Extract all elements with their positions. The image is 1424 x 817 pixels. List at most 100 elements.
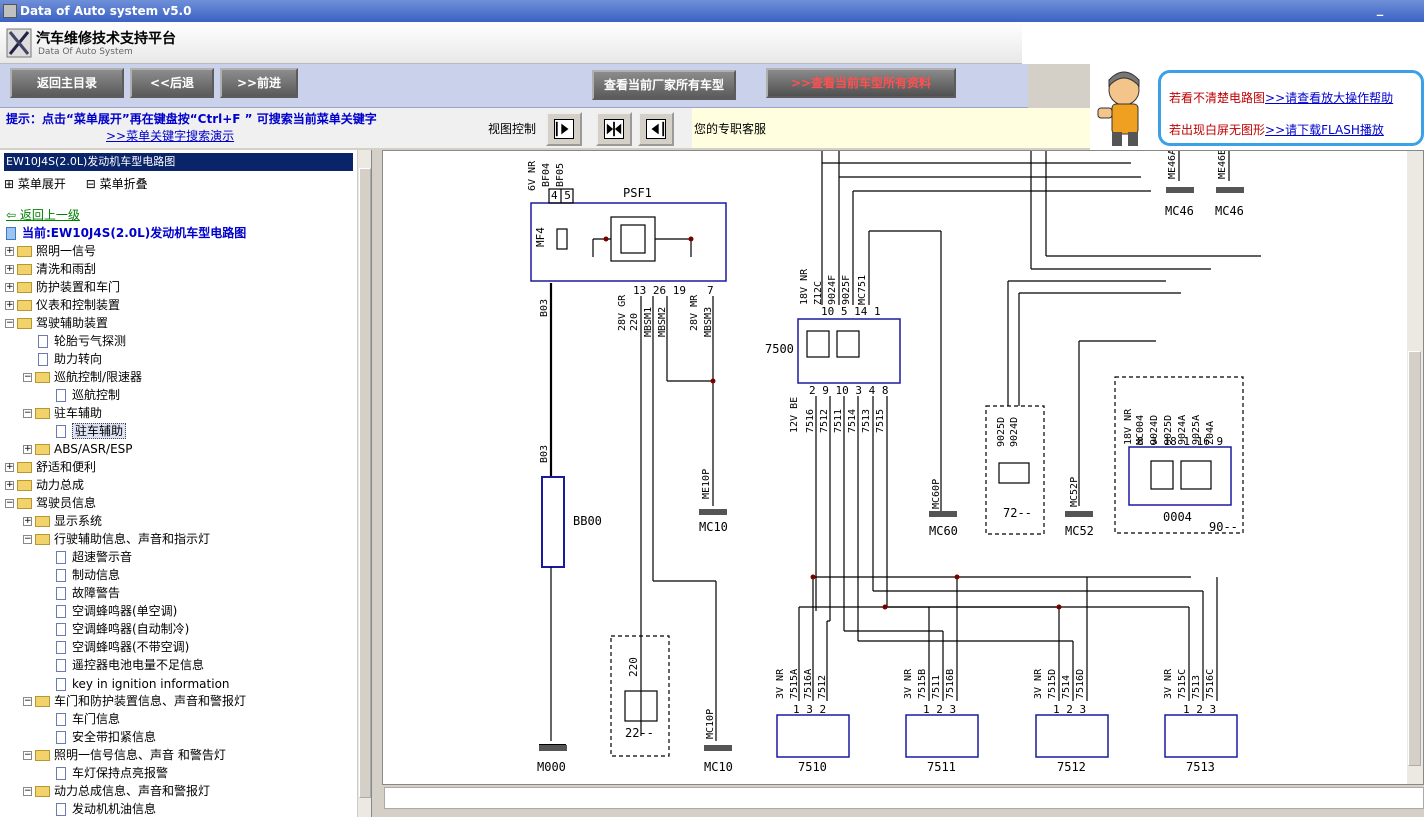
document-icon bbox=[56, 767, 66, 780]
folder-open-icon bbox=[35, 696, 50, 707]
tree-item[interactable]: − 巡航控制/限速器 bbox=[23, 368, 142, 386]
view-expand-right-button[interactable] bbox=[546, 112, 582, 146]
forward-button[interactable]: >>前进 bbox=[220, 68, 298, 98]
sidebar-title: EW10J4S(2.0L)发动机车型电路图 bbox=[4, 153, 353, 171]
tree-item[interactable]: 空调蜂鸣器(自动制冷) bbox=[56, 620, 189, 638]
tree-item[interactable]: 空调蜂鸣器(单空调) bbox=[56, 602, 177, 620]
label-7515c: 7515C bbox=[1177, 669, 1188, 699]
back-to-main-button[interactable]: 返回主目录 bbox=[10, 68, 124, 98]
label-s-3vnr-b: 3V NR bbox=[903, 668, 914, 699]
tree-item[interactable]: + 防护装置和车门 bbox=[5, 278, 120, 296]
collapse-minus-icon[interactable]: − bbox=[5, 319, 14, 328]
tree-item[interactable]: + ABS/ASR/ESP bbox=[23, 440, 133, 458]
view-expand-left-button[interactable] bbox=[638, 112, 674, 146]
tree-item[interactable]: − 驻车辅助 bbox=[23, 404, 102, 422]
minimize-icon[interactable]: _ bbox=[1370, 3, 1390, 19]
sidebar-menu-ops: ⊞ 菜单展开 ⊟ 菜单折叠 bbox=[4, 175, 164, 192]
label-7512: 7512 bbox=[1057, 760, 1086, 774]
sidebar-scroll-thumb[interactable] bbox=[359, 168, 371, 798]
label-mc751: MC751 bbox=[857, 275, 868, 305]
label-220-bottom: 220 bbox=[627, 657, 640, 677]
expand-plus-icon[interactable]: + bbox=[5, 247, 14, 256]
label-mc60: MC60 bbox=[929, 524, 958, 538]
expand-plus-icon[interactable]: + bbox=[5, 301, 14, 310]
tree-item[interactable]: − 行驶辅助信息、声音和指示灯 bbox=[23, 530, 210, 548]
collapse-minus-icon[interactable]: − bbox=[23, 409, 32, 418]
label-mc46-b: MC46 bbox=[1215, 204, 1244, 218]
expand-plus-icon[interactable]: + bbox=[5, 463, 14, 472]
collapse-minus-icon[interactable]: − bbox=[23, 787, 32, 796]
view-split-button[interactable] bbox=[596, 112, 632, 146]
label-w7514: 7514 bbox=[847, 409, 858, 433]
flash-download-link[interactable]: >>请下载FLASH播放 bbox=[1265, 123, 1384, 137]
expand-plus-icon[interactable]: + bbox=[5, 481, 14, 490]
zoom-help-link[interactable]: >>请查看放大操作帮助 bbox=[1265, 91, 1393, 105]
view-all-model-data-button[interactable]: >>查看当前车型所有资料 bbox=[766, 68, 956, 98]
tree-item[interactable]: + 动力总成 bbox=[5, 476, 84, 494]
label-w7511: 7511 bbox=[833, 409, 844, 433]
tree-item[interactable]: 助力转向 bbox=[38, 350, 102, 368]
tree-item[interactable]: 制动信息 bbox=[56, 566, 120, 584]
expand-menu-button[interactable]: ⊞ 菜单展开 bbox=[4, 177, 74, 191]
document-icon bbox=[56, 678, 66, 691]
document-icon bbox=[56, 731, 66, 744]
tree-item[interactable]: 遥控器电池电量不足信息 bbox=[56, 656, 204, 674]
tree-item[interactable]: 巡航控制 bbox=[56, 386, 120, 404]
tree-item[interactable]: 车灯保持点亮报警 bbox=[56, 764, 168, 782]
tree-item[interactable]: + 显示系统 bbox=[23, 512, 102, 530]
status-bar bbox=[384, 787, 1424, 809]
label-mc10-a: MC10 bbox=[699, 520, 728, 534]
label-18v-nr-0004: 18V NR bbox=[1123, 408, 1134, 445]
expand-plus-icon[interactable]: + bbox=[23, 445, 32, 454]
label-psf1: PSF1 bbox=[623, 186, 652, 200]
label-12v-be: 12V BE bbox=[789, 397, 800, 433]
label-w7515: 7515 bbox=[875, 409, 886, 433]
collapse-minus-icon[interactable]: − bbox=[5, 499, 14, 508]
brand-title: 汽车维修技术支持平台 bbox=[36, 31, 176, 47]
diagram-scrollbar[interactable] bbox=[1407, 151, 1423, 784]
tree-item[interactable]: − 照明一信号信息、声音 和警告灯 bbox=[23, 746, 226, 764]
tree-item[interactable]: − 驾驶辅助装置 bbox=[5, 314, 108, 332]
tree-item[interactable]: 轮胎亏气探测 bbox=[38, 332, 126, 350]
tree-item[interactable]: + 清洗和雨刮 bbox=[5, 260, 96, 278]
tree-item[interactable]: − 车门和防护装置信息、声音和警报灯 bbox=[23, 692, 246, 710]
wiring-diagram-pane[interactable]: PSF1 MF4 4 5 6V NR BF04 BF05 13 26 19 7 … bbox=[382, 150, 1424, 785]
label-0004-pins: 8 3 18 1 16 9 bbox=[1137, 435, 1223, 448]
tree-item-selected[interactable]: 驻车辅助 bbox=[56, 422, 127, 440]
tree-item[interactable]: key in ignition information bbox=[56, 675, 230, 693]
tree-item[interactable]: − 驾驶员信息 bbox=[5, 494, 96, 512]
header-right-panel bbox=[1022, 22, 1424, 64]
tree-item[interactable]: + 照明一信号 bbox=[5, 242, 96, 260]
diagram-scroll-thumb[interactable] bbox=[1408, 351, 1421, 766]
current-node-label: 当前:EW10J4S(2.0L)发动机车型电路图 bbox=[22, 226, 247, 240]
label-box72: 72-- bbox=[1003, 506, 1032, 520]
tree-item[interactable]: 安全带扣紧信息 bbox=[56, 728, 156, 746]
tree-item[interactable]: 空调蜂鸣器(不带空调) bbox=[56, 638, 189, 656]
tree-item[interactable]: + 仪表和控制装置 bbox=[5, 296, 120, 314]
tree-item[interactable]: 超速警示音 bbox=[56, 548, 132, 566]
tree-item[interactable]: 车门信息 bbox=[56, 710, 120, 728]
collapse-minus-icon[interactable]: − bbox=[23, 751, 32, 760]
tree-item[interactable]: 故障警告 bbox=[56, 584, 120, 602]
label-18v-nr: 18V NR bbox=[799, 268, 810, 305]
label-9025f: 9025F bbox=[841, 275, 852, 305]
label-psf-pins-top: 4 5 bbox=[551, 189, 571, 202]
view-maker-models-button[interactable]: 查看当前厂家所有车型 bbox=[592, 70, 736, 100]
collapse-minus-icon[interactable]: − bbox=[23, 697, 32, 706]
search-demo-link[interactable]: >>菜单关键字搜索演示 bbox=[106, 127, 234, 144]
collapse-minus-icon[interactable]: − bbox=[23, 535, 32, 544]
tree-item[interactable]: 发动机机油信息 bbox=[56, 800, 156, 817]
sidebar-scrollbar[interactable] bbox=[357, 150, 371, 817]
tree-item[interactable]: + 舒适和便利 bbox=[5, 458, 96, 476]
view-control-label: 视图控制 bbox=[488, 122, 537, 136]
label-box90: 90-- bbox=[1209, 520, 1238, 534]
collapse-minus-icon[interactable]: − bbox=[23, 373, 32, 382]
tree-item[interactable]: − 动力总成信息、声音和警报灯 bbox=[23, 782, 210, 800]
back-button[interactable]: <<后退 bbox=[130, 68, 214, 98]
back-up-link[interactable]: ⇦ 返回上一级 bbox=[6, 206, 80, 224]
collapse-menu-button[interactable]: ⊟ 菜单折叠 bbox=[86, 177, 156, 191]
label-mbsm2: MBSM2 bbox=[657, 307, 668, 337]
expand-plus-icon[interactable]: + bbox=[23, 517, 32, 526]
expand-plus-icon[interactable]: + bbox=[5, 265, 14, 274]
expand-plus-icon[interactable]: + bbox=[5, 283, 14, 292]
